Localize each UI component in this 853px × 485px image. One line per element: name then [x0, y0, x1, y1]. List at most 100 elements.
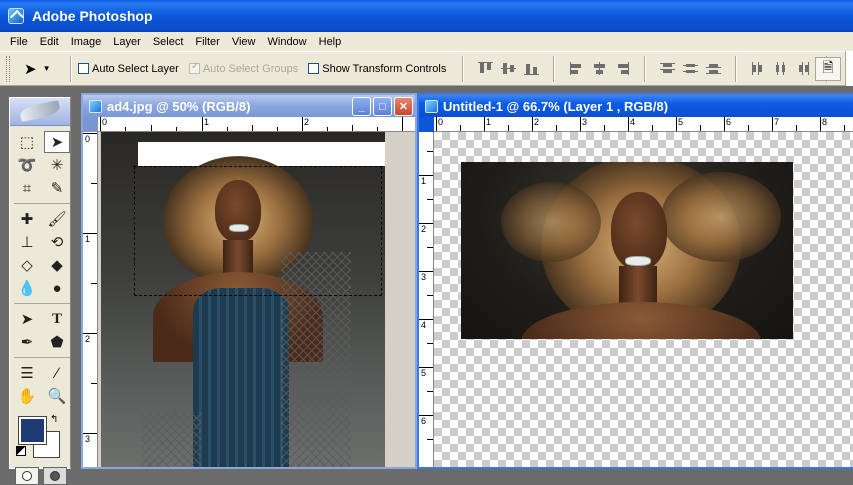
slice-tool-icon[interactable]: ✎ [44, 177, 70, 199]
standard-mode-icon[interactable] [15, 467, 39, 485]
vertical-ruler[interactable]: 1 2 3 4 5 6 [419, 132, 434, 467]
ruler-label: 5 [678, 117, 684, 127]
selection-marquee[interactable] [134, 166, 382, 296]
distribute-vertical-centers-icon[interactable] [681, 61, 700, 76]
show-transform-controls-checkbox[interactable]: Show Transform Controls [308, 63, 446, 75]
tool-preset-picker[interactable]: ➤ ▼ [24, 60, 64, 78]
menu-file[interactable]: File [4, 36, 34, 48]
tool-separator [14, 354, 70, 358]
zoom-tool-icon[interactable]: 🔍 [44, 385, 70, 407]
hand-tool-icon[interactable]: ✋ [14, 385, 40, 407]
document-window-ad4: ad4.jpg @ 50% (RGB/8) _ □ ✕ 0 1 2 0 1 2 … [81, 93, 417, 469]
crop-tool-icon[interactable]: ⌗ [14, 177, 40, 199]
swap-colors-icon[interactable]: ↰ [50, 414, 58, 425]
document-title-bar[interactable]: ad4.jpg @ 50% (RGB/8) _ □ ✕ [83, 95, 415, 117]
ruler-label: 2 [304, 117, 310, 127]
separator [553, 55, 556, 82]
checkbox-box[interactable] [308, 63, 320, 74]
menu-filter[interactable]: Filter [189, 36, 225, 48]
separator [462, 55, 465, 82]
app-title-bar[interactable]: Adobe Photoshop [0, 0, 853, 32]
align-vertical-centers-icon[interactable] [499, 61, 518, 76]
menu-window[interactable]: Window [262, 36, 313, 48]
default-colors-icon[interactable] [16, 446, 26, 456]
marquee-tool-icon[interactable]: ⬚ [14, 131, 40, 153]
close-button[interactable]: ✕ [394, 97, 413, 116]
menu-image[interactable]: Image [65, 36, 108, 48]
separator [644, 55, 647, 82]
align-right-edges-icon[interactable] [613, 61, 632, 76]
ruler-label: 0 [438, 117, 444, 127]
brush-tool-icon[interactable]: 🖌 [44, 208, 70, 230]
horizontal-ruler[interactable]: 0 1 2 3 4 5 6 7 8 [434, 117, 853, 132]
distribute-left-edges-icon[interactable] [749, 61, 768, 76]
healing-brush-tool-icon[interactable]: ✚ [14, 208, 40, 230]
checkbox-box[interactable] [78, 63, 89, 74]
ruler-label: 3 [421, 272, 427, 282]
align-buttons [476, 61, 541, 76]
document-title: ad4.jpg @ 50% (RGB/8) [107, 98, 251, 114]
align-bottom-edges-icon[interactable] [522, 61, 541, 76]
document-icon [89, 99, 102, 113]
menu-edit[interactable]: Edit [34, 36, 65, 48]
auto-select-groups-checkbox: Auto Select Groups [188, 61, 298, 75]
document-title-bar[interactable]: Untitled-1 @ 66.7% (Layer 1 , RGB/8) [419, 95, 853, 117]
menu-select[interactable]: Select [147, 36, 190, 48]
document-window-untitled-1: Untitled-1 @ 66.7% (Layer 1 , RGB/8) 0 1… [417, 93, 853, 469]
document-icon [425, 99, 438, 113]
photoshop-app-icon [8, 8, 24, 24]
document-title: Untitled-1 @ 66.7% (Layer 1 , RGB/8) [443, 98, 669, 114]
clone-stamp-tool-icon[interactable]: ⊥ [14, 231, 40, 253]
eraser-tool-icon[interactable]: ◇ [14, 254, 40, 276]
maximize-button[interactable]: □ [373, 97, 392, 116]
ruler-label: 2 [534, 117, 540, 127]
distribute-right-edges-icon[interactable] [795, 61, 814, 76]
horizontal-ruler[interactable]: 0 1 2 [98, 117, 415, 132]
app-title: Adobe Photoshop [32, 8, 153, 24]
align-top-edges-icon[interactable] [476, 61, 495, 76]
align-horizontal-centers-icon[interactable] [590, 61, 609, 76]
minimize-button[interactable]: _ [352, 97, 371, 116]
distribute-bottom-edges-icon[interactable] [704, 61, 723, 76]
checkbox-box [188, 61, 200, 74]
ruler-label: 1 [204, 117, 210, 127]
lasso-tool-icon[interactable]: ➰ [14, 154, 40, 176]
quick-mask-mode-icon[interactable] [43, 467, 67, 485]
ruler-label: 3 [85, 434, 91, 444]
menu-view[interactable]: View [226, 36, 262, 48]
document-canvas[interactable] [98, 132, 415, 467]
distribute-horizontal-centers-icon[interactable] [772, 61, 791, 76]
eyedropper-tool-icon[interactable]: ∕ [44, 362, 70, 384]
palette-well-icon[interactable]: 🗎 [815, 57, 841, 81]
document-canvas[interactable] [434, 132, 853, 467]
history-brush-tool-icon[interactable]: ⟲ [44, 231, 70, 253]
pen-tool-icon[interactable]: ✒ [14, 331, 40, 353]
magic-wand-tool-icon[interactable]: ✳ [44, 154, 70, 176]
options-bar-grip[interactable] [6, 55, 10, 82]
blur-tool-icon[interactable]: 💧 [14, 277, 40, 299]
foreground-color-swatch[interactable] [18, 416, 47, 445]
auto-select-layer-checkbox[interactable]: Auto Select Layer [78, 63, 179, 75]
move-tool-icon: ➤ [24, 60, 37, 78]
ruler-label: 4 [421, 320, 427, 330]
distribute-top-edges-icon[interactable] [658, 61, 677, 76]
notes-tool-icon[interactable]: ☰ [14, 362, 40, 384]
menu-help[interactable]: Help [313, 36, 348, 48]
type-tool-icon[interactable]: T [44, 308, 70, 330]
path-selection-tool-icon[interactable]: ➤ [14, 308, 40, 330]
dodge-tool-icon[interactable]: ● [44, 277, 70, 299]
show-transform-controls-label: Show Transform Controls [322, 62, 447, 75]
auto-select-layer-label: Auto Select Layer [92, 62, 179, 75]
vertical-ruler[interactable]: 0 1 2 3 [83, 132, 98, 467]
menu-layer[interactable]: Layer [107, 36, 147, 48]
move-tool-icon[interactable]: ➤ [44, 131, 70, 153]
ruler-label: 0 [102, 117, 108, 127]
menu-bar: File Edit Image Layer Select Filter View… [0, 32, 853, 51]
chevron-down-icon: ▼ [42, 64, 51, 73]
toolbox-header[interactable] [10, 98, 70, 126]
ruler-label: 0 [85, 134, 91, 144]
shape-tool-icon[interactable]: ⬟ [44, 331, 70, 353]
paint-bucket-tool-icon[interactable]: ◆ [44, 254, 70, 276]
align-left-edges-icon[interactable] [567, 61, 586, 76]
ruler-label: 2 [85, 334, 91, 344]
